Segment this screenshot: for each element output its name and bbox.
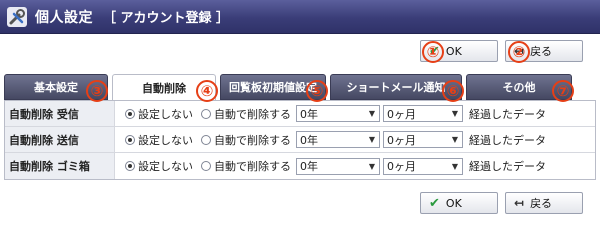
radio-label: 自動で削除する bbox=[214, 107, 291, 121]
annotation-marker-4: ④ bbox=[196, 80, 218, 102]
radio-option-on[interactable]: 自動で削除する bbox=[201, 132, 291, 148]
annotation-marker-6: ⑥ bbox=[442, 80, 464, 102]
tab-label: 回覧板初期値設定 bbox=[229, 81, 317, 94]
radio-option-off[interactable]: 設定しない bbox=[125, 132, 193, 148]
radio-label: 自動で削除する bbox=[214, 133, 291, 147]
suffix-text: 経過したデータ bbox=[469, 107, 546, 121]
month-select[interactable]: 0ヶ月 ▼ bbox=[383, 105, 463, 122]
radio-button-checked[interactable] bbox=[125, 134, 135, 145]
dropdown-arrow-icon: ▼ bbox=[451, 161, 458, 171]
wrench-screwdriver-icon bbox=[7, 6, 27, 27]
dropdown-arrow-icon: ▼ bbox=[368, 161, 375, 171]
select-value: 0ヶ月 bbox=[387, 107, 416, 121]
year-select[interactable]: 0年 ▼ bbox=[296, 105, 380, 122]
suffix-text: 経過したデータ bbox=[469, 133, 546, 147]
suffix-text: 経過したデータ bbox=[469, 160, 546, 173]
auto-delete-panel: 自動削除 受信 設定しない 自動で削除する 0年 ▼ 0ヶ月 ▼ 経過したデータ… bbox=[4, 100, 596, 180]
radio-option-off[interactable]: 設定しない bbox=[125, 158, 193, 174]
row-label: 自動削除 ゴミ箱 bbox=[5, 153, 115, 179]
annotation-marker-7: ⑦ bbox=[552, 80, 574, 102]
return-arrow-icon: ↤ bbox=[514, 196, 525, 210]
row-label: 自動削除 受信 bbox=[5, 101, 115, 126]
ok-button-bottom[interactable]: ✔ OK bbox=[420, 192, 498, 214]
month-select[interactable]: 0ヶ月 ▼ bbox=[383, 131, 463, 148]
tab-label: 基本設定 bbox=[34, 81, 78, 94]
select-value: 0年 bbox=[300, 160, 318, 173]
select-value: 0年 bbox=[300, 107, 318, 121]
radio-option-on[interactable]: 自動で削除する bbox=[201, 106, 291, 122]
back-button-label: 戻る bbox=[530, 45, 553, 58]
setting-row: 自動削除 ゴミ箱 設定しない 自動で削除する 0年 ▼ 0ヶ月 ▼ 経過したデー… bbox=[5, 153, 595, 179]
check-icon: ✔ bbox=[429, 195, 440, 211]
select-value: 0年 bbox=[300, 133, 318, 147]
annotation-marker-1: ① bbox=[422, 41, 444, 63]
annotation-marker-3: ③ bbox=[86, 80, 108, 102]
radio-button[interactable] bbox=[201, 134, 211, 145]
dropdown-arrow-icon: ▼ bbox=[368, 135, 375, 144]
month-select[interactable]: 0ヶ月 ▼ bbox=[383, 157, 463, 175]
back-button-bottom[interactable]: ↤ 戻る bbox=[505, 192, 583, 214]
setting-row: 自動削除 受信 設定しない 自動で削除する 0年 ▼ 0ヶ月 ▼ 経過したデータ bbox=[5, 101, 595, 127]
radio-label: 設定しない bbox=[138, 107, 193, 121]
ok-button-label: OK bbox=[445, 44, 462, 58]
radio-button-checked[interactable] bbox=[125, 161, 135, 171]
back-button-label: 戻る bbox=[530, 197, 553, 210]
dropdown-arrow-icon: ▼ bbox=[451, 135, 458, 144]
radio-option-off[interactable]: 設定しない bbox=[125, 106, 193, 122]
select-value: 0ヶ月 bbox=[387, 133, 416, 147]
tab-label: その他 bbox=[502, 81, 536, 94]
select-value: 0ヶ月 bbox=[387, 160, 416, 173]
tab-label: ショートメール通知 bbox=[346, 81, 446, 94]
radio-label: 設定しない bbox=[138, 133, 193, 147]
dropdown-arrow-icon: ▼ bbox=[368, 109, 375, 118]
radio-label: 自動で削除する bbox=[214, 160, 291, 173]
tab-label: 自動削除 bbox=[142, 81, 186, 95]
radio-button[interactable] bbox=[201, 161, 211, 171]
year-select[interactable]: 0年 ▼ bbox=[296, 131, 380, 148]
annotation-marker-5: ⑤ bbox=[306, 80, 328, 102]
title-bar: 個人設定 ［ アカウント登録 ］ bbox=[0, 0, 600, 34]
dropdown-arrow-icon: ▼ bbox=[451, 109, 458, 118]
year-select[interactable]: 0年 ▼ bbox=[296, 157, 380, 175]
page-title: 個人設定 bbox=[35, 9, 93, 26]
radio-button[interactable] bbox=[201, 108, 211, 119]
row-label: 自動削除 送信 bbox=[5, 127, 115, 152]
radio-option-on[interactable]: 自動で削除する bbox=[201, 158, 291, 174]
page-subtitle: ［ アカウント登録 ］ bbox=[103, 11, 230, 26]
setting-row: 自動削除 送信 設定しない 自動で削除する 0年 ▼ 0ヶ月 ▼ 経過したデータ bbox=[5, 127, 595, 153]
radio-label: 設定しない bbox=[138, 160, 193, 173]
annotation-marker-2: ② bbox=[508, 41, 530, 63]
ok-button-label: OK bbox=[445, 196, 462, 210]
radio-button-checked[interactable] bbox=[125, 108, 135, 119]
